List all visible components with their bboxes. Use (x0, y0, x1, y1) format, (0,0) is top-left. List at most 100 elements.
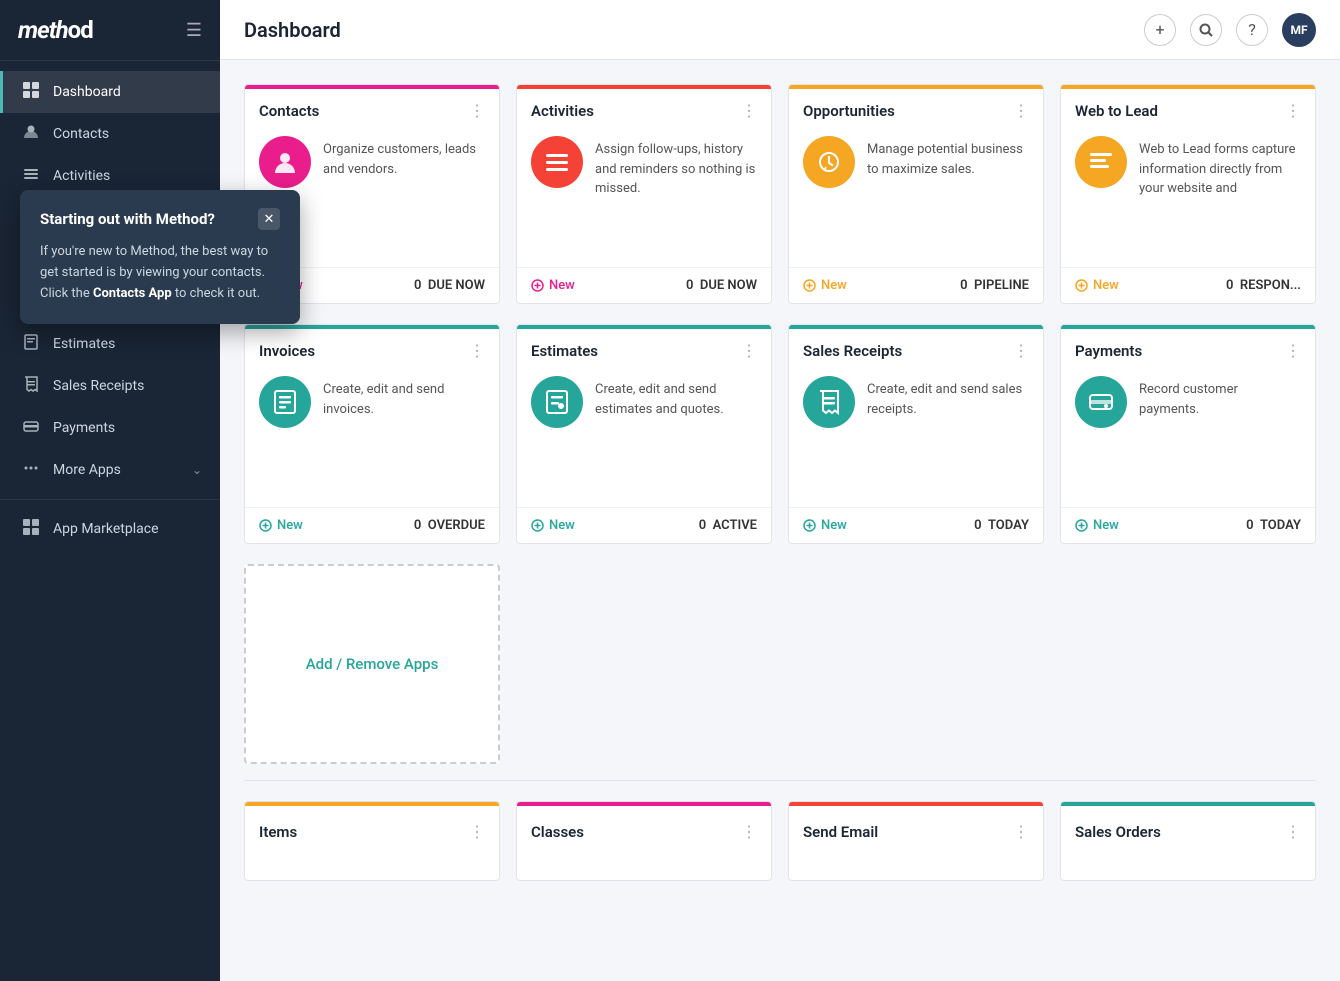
sidebar-item-label: App Marketplace (53, 521, 202, 537)
card-header: Contacts ⋮ (245, 89, 499, 128)
popup-close-button[interactable]: ✕ (258, 208, 280, 230)
help-button[interactable]: ? (1236, 14, 1268, 46)
sidebar-item-estimates[interactable]: Estimates (0, 323, 220, 365)
card-body: Manage potential business to maximize sa… (789, 128, 1043, 267)
card-new-button[interactable]: New (803, 518, 847, 533)
bottom-card-items: Items ⋮ (244, 801, 500, 881)
activities-icon (21, 166, 41, 186)
card-body: Assign follow-ups, history and reminders… (517, 128, 771, 267)
card-menu-icon[interactable]: ⋮ (741, 822, 757, 841)
sidebar-item-label: Sales Receipts (53, 378, 202, 394)
card-footer: New 0 PIPELINE (789, 267, 1043, 303)
card-footer: New 0 DUE NOW (517, 267, 771, 303)
card-stat: 0 PIPELINE (960, 278, 1029, 293)
card-description: Create, edit and send estimates and quot… (595, 376, 757, 419)
sidebar-item-label: Dashboard (53, 84, 202, 100)
add-remove-label: Add / Remove Apps (306, 655, 439, 673)
estimates-icon (21, 334, 41, 354)
chevron-down-icon: ⌄ (192, 463, 202, 477)
bottom-card-classes: Classes ⋮ (516, 801, 772, 881)
payments-icon (21, 418, 41, 438)
card-title: Contacts (259, 102, 319, 120)
card-title: Estimates (531, 342, 598, 360)
card-menu-icon[interactable]: ⋮ (469, 101, 485, 120)
more-apps-icon (21, 460, 41, 480)
sidebar-item-app-marketplace[interactable]: App Marketplace (0, 508, 220, 550)
card-menu-icon[interactable]: ⋮ (1285, 101, 1301, 120)
card-new-button[interactable]: New (803, 278, 847, 293)
sidebar-item-more-apps[interactable]: More Apps ⌄ (0, 449, 220, 491)
card-body: Create, edit and send invoices. (245, 368, 499, 507)
card-menu-icon[interactable]: ⋮ (469, 341, 485, 360)
card-header: Invoices ⋮ (245, 329, 499, 368)
dashboard-icon (21, 82, 41, 102)
app-marketplace-icon (21, 519, 41, 539)
card-title: Sales Orders (1075, 823, 1161, 841)
card-new-button[interactable]: New (1075, 278, 1119, 293)
card-menu-icon[interactable]: ⋮ (1013, 101, 1029, 120)
card-menu-icon[interactable]: ⋮ (1013, 822, 1029, 841)
card-menu-icon[interactable]: ⋮ (741, 341, 757, 360)
dashboard-content: Contacts ⋮ Organize customers, leads and… (220, 60, 1340, 981)
card-icon (531, 376, 583, 428)
sidebar-item-label: Estimates (53, 336, 202, 352)
sidebar-item-sales-receipts[interactable]: Sales Receipts (0, 365, 220, 407)
card-title: Web to Lead (1075, 102, 1158, 120)
card-body: Record customer payments. (1061, 368, 1315, 507)
card-header: Classes ⋮ (517, 806, 771, 853)
sidebar-item-dashboard[interactable]: Dashboard (0, 71, 220, 113)
sidebar-item-contacts[interactable]: Contacts (0, 113, 220, 155)
card-stat: 0 DUE NOW (414, 278, 485, 293)
card-payments: Payments ⋮ Record customer payments. New… (1060, 324, 1316, 544)
card-menu-icon[interactable]: ⋮ (1285, 341, 1301, 360)
card-icon (259, 376, 311, 428)
card-title: Items (259, 823, 297, 841)
card-new-button[interactable]: New (531, 278, 575, 293)
card-description: Manage potential business to maximize sa… (867, 136, 1029, 179)
card-icon (1075, 376, 1127, 428)
sidebar-item-payments[interactable]: Payments (0, 407, 220, 449)
card-new-button[interactable]: New (259, 518, 303, 533)
card-menu-icon[interactable]: ⋮ (1013, 341, 1029, 360)
card-footer: New 0 TODAY (1061, 507, 1315, 543)
card-stat: 0 DUE NOW (686, 278, 757, 293)
card-new-button[interactable]: New (1075, 518, 1119, 533)
sidebar-item-label: Contacts (53, 126, 202, 142)
topbar-actions: + ? MF (1144, 13, 1316, 47)
card-footer: New 0 OVERDUE (245, 507, 499, 543)
card-activities: Activities ⋮ Assign follow-ups, history … (516, 84, 772, 304)
card-menu-icon[interactable]: ⋮ (469, 822, 485, 841)
bottom-card-sales-orders: Sales Orders ⋮ (1060, 801, 1316, 881)
card-description: Assign follow-ups, history and reminders… (595, 136, 757, 199)
avatar[interactable]: MF (1282, 13, 1316, 47)
add-button[interactable]: + (1144, 14, 1176, 46)
card-menu-icon[interactable]: ⋮ (1285, 822, 1301, 841)
card-stat: 0 TODAY (974, 518, 1029, 533)
cards-grid-row1: Contacts ⋮ Organize customers, leads and… (244, 84, 1316, 304)
card-footer: New 0 TODAY (789, 507, 1043, 543)
card-header: Activities ⋮ (517, 89, 771, 128)
card-web-to-lead: Web to Lead ⋮ Web to Lead forms capture … (1060, 84, 1316, 304)
card-stat: 0 RESPON... (1226, 278, 1301, 293)
hamburger-icon[interactable]: ☰ (186, 20, 202, 41)
card-title: Invoices (259, 342, 315, 360)
card-opportunities: Opportunities ⋮ Manage potential busines… (788, 84, 1044, 304)
card-icon (1075, 136, 1127, 188)
main-content: Dashboard + ? MF Contacts ⋮ Organize cus… (220, 0, 1340, 981)
card-sales-receipts: Sales Receipts ⋮ Create, edit and send s… (788, 324, 1044, 544)
card-header: Opportunities ⋮ (789, 89, 1043, 128)
card-body: Web to Lead forms capture information di… (1061, 128, 1315, 267)
card-description: Create, edit and send sales receipts. (867, 376, 1029, 419)
card-header: Sales Receipts ⋮ (789, 329, 1043, 368)
card-icon (803, 136, 855, 188)
sales-receipts-icon (21, 376, 41, 396)
card-description: Organize customers, leads and vendors. (323, 136, 485, 179)
search-button[interactable] (1190, 14, 1222, 46)
card-title: Opportunities (803, 102, 895, 120)
card-menu-icon[interactable]: ⋮ (741, 101, 757, 120)
sidebar-header: method ☰ (0, 0, 220, 61)
add-remove-apps-button[interactable]: Add / Remove Apps (244, 564, 500, 764)
card-new-button[interactable]: New (531, 518, 575, 533)
card-stat: 0 TODAY (1246, 518, 1301, 533)
popup-body: If you're new to Method, the best way to… (220, 242, 280, 304)
